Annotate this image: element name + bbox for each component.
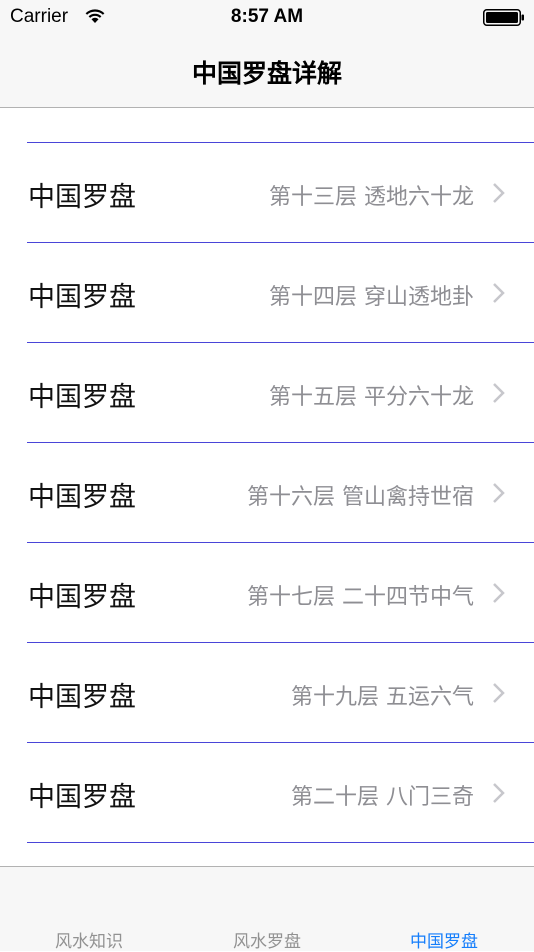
- list-item[interactable]: 中国罗盘 第十六层 管山禽持世宿: [0, 443, 534, 543]
- row-detail: 第十九层 五运六气: [291, 685, 474, 710]
- chevron-right-icon: [493, 383, 505, 403]
- row-detail: 第十三层 透地六十龙: [269, 185, 474, 210]
- chevron-right-icon: [493, 183, 505, 203]
- row-detail: 第十六层 管山禽持世宿: [247, 485, 474, 510]
- list-item[interactable]: 中国罗盘 第十三层 透地六十龙: [0, 143, 534, 243]
- row-title: 中国罗盘: [28, 382, 136, 413]
- list-item[interactable]: 中国罗盘 第十四层 穿山透地卦: [0, 243, 534, 343]
- row-title: 中国罗盘: [28, 182, 136, 213]
- list-item[interactable]: 中国罗盘 第十九层 五运六气: [0, 643, 534, 743]
- row-detail: 第十七层 二十四节中气: [247, 585, 474, 610]
- tab-feng-shui-compass[interactable]: 风水罗盘: [207, 927, 327, 952]
- row-title: 中国罗盘: [28, 282, 136, 313]
- chevron-right-icon: [493, 783, 505, 803]
- navigation-bar: 中国罗盘详解: [0, 40, 534, 108]
- chevron-right-icon: [493, 283, 505, 303]
- row-separator: [27, 842, 534, 843]
- tab-chinese-compass[interactable]: 中国罗盘: [384, 927, 504, 952]
- list-item[interactable]: 中国罗盘 第十七层 二十四节中气: [0, 543, 534, 643]
- chevron-right-icon: [493, 483, 505, 503]
- list-item[interactable]: 中国罗盘 第十五层 平分六十龙: [0, 343, 534, 443]
- row-detail: 第十四层 穿山透地卦: [269, 285, 474, 310]
- tab-feng-shui-knowledge[interactable]: 风水知识: [29, 927, 149, 952]
- tab-bar: 风水知识 风水罗盘 中国罗盘: [0, 866, 534, 952]
- status-bar: Carrier 8:57 AM: [0, 0, 534, 40]
- page-title: 中国罗盘详解: [191, 59, 342, 88]
- list-item[interactable]: 中国罗盘 第二十层 八门三奇: [0, 743, 534, 843]
- row-detail: 第十五层 平分六十龙: [269, 385, 474, 410]
- row-title: 中国罗盘: [28, 682, 136, 713]
- row-title: 中国罗盘: [28, 782, 136, 813]
- row-detail: 第二十层 八门三奇: [291, 785, 474, 810]
- chevron-right-icon: [493, 683, 505, 703]
- row-title: 中国罗盘: [28, 582, 136, 613]
- battery-icon: [483, 9, 524, 26]
- chevron-right-icon: [493, 583, 505, 603]
- row-title: 中国罗盘: [28, 482, 136, 513]
- clock: 8:57 AM: [230, 6, 304, 27]
